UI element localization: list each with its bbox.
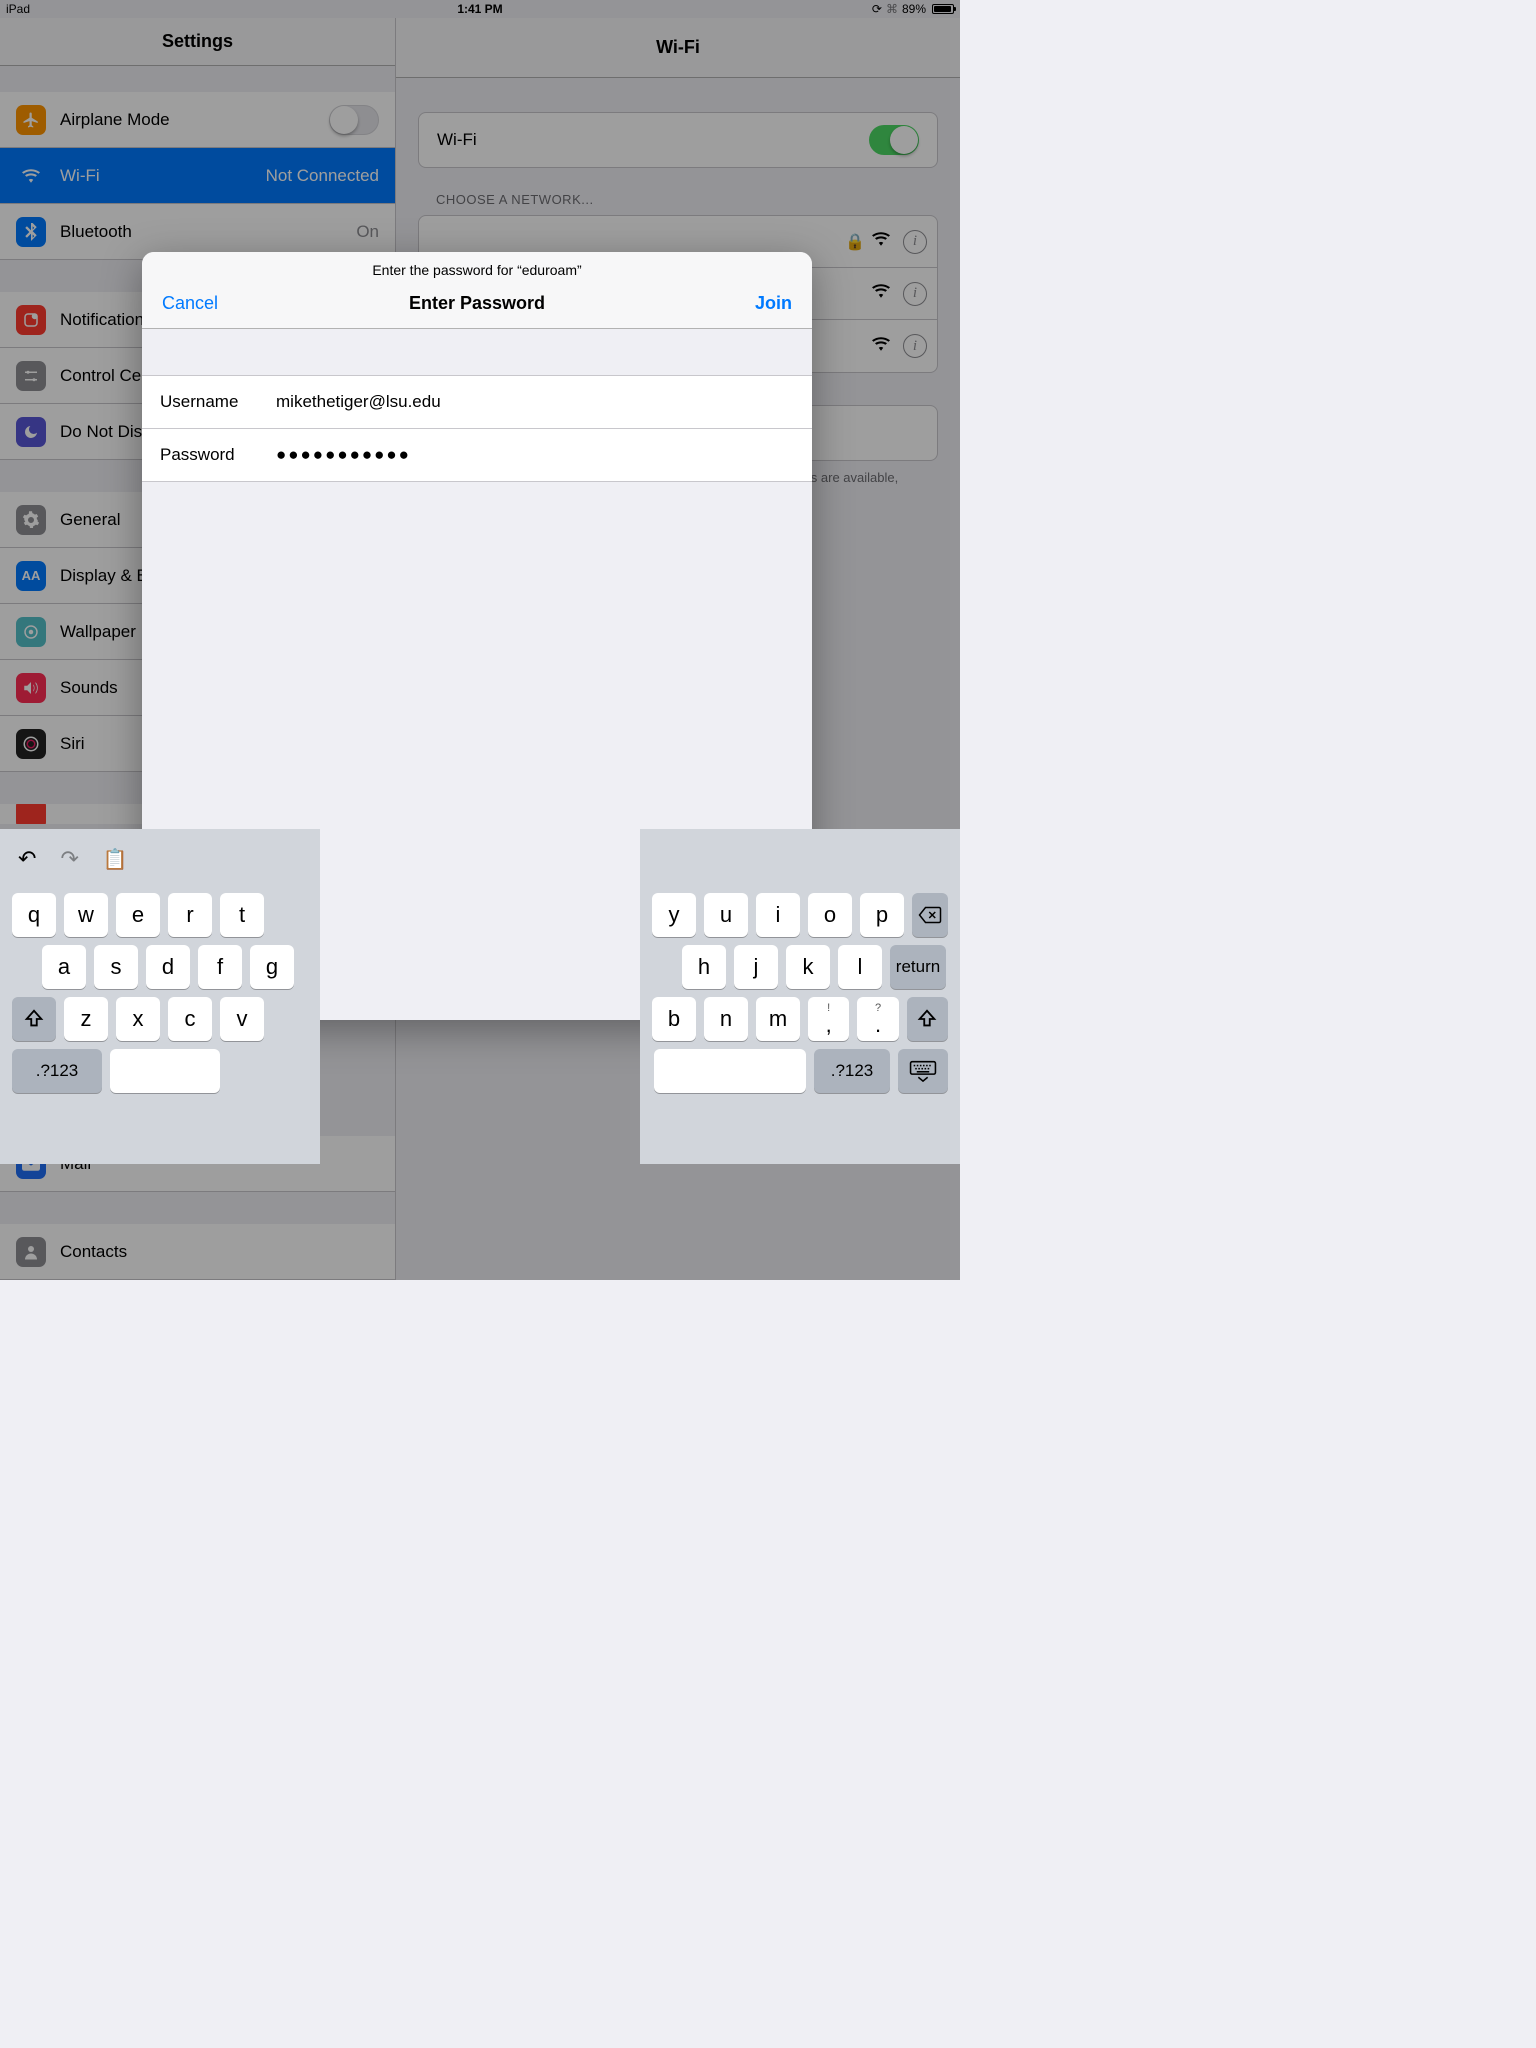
key-p[interactable]: p [860,893,904,937]
split-keyboard-left[interactable]: ↶ ↷ 📋 qwert asdfg zxcv .?123 [0,829,320,1164]
split-keyboard-right[interactable]: yuiop hjkl return bnm !, ?. .?123 [640,829,960,1164]
hide-keyboard-key[interactable] [898,1049,948,1093]
key-r[interactable]: r [168,893,212,937]
clipboard-icon[interactable]: 📋 [103,847,128,872]
key-c[interactable]: c [168,997,212,1041]
numeric-key[interactable]: .?123 [12,1049,102,1093]
password-label: Password [160,445,276,465]
space-key[interactable] [654,1049,806,1093]
key-v[interactable]: v [220,997,264,1041]
key-z[interactable]: z [64,997,108,1041]
key-l[interactable]: l [838,945,882,989]
space-key[interactable] [110,1049,220,1093]
key-g[interactable]: g [250,945,294,989]
join-button[interactable]: Join [755,293,792,314]
shift-key[interactable] [907,997,948,1041]
key-h[interactable]: h [682,945,726,989]
key-k[interactable]: k [786,945,830,989]
username-row[interactable]: Username [142,376,812,429]
key-b[interactable]: b [652,997,696,1041]
modal-subtitle: Enter the password for “eduroam” [142,252,812,278]
key-x[interactable]: x [116,997,160,1041]
period-key[interactable]: ?. [857,997,898,1041]
key-u[interactable]: u [704,893,748,937]
undo-icon[interactable]: ↶ [18,846,36,872]
password-row[interactable]: Password ●●●●●●●●●●● [142,429,812,481]
key-w[interactable]: w [64,893,108,937]
username-field[interactable] [276,392,794,412]
key-t[interactable]: t [220,893,264,937]
key-y[interactable]: y [652,893,696,937]
backspace-key[interactable] [912,893,948,937]
key-s[interactable]: s [94,945,138,989]
key-d[interactable]: d [146,945,190,989]
password-field[interactable]: ●●●●●●●●●●● [276,445,794,465]
key-f[interactable]: f [198,945,242,989]
key-o[interactable]: o [808,893,852,937]
key-e[interactable]: e [116,893,160,937]
key-m[interactable]: m [756,997,800,1041]
username-label: Username [160,392,276,412]
key-q[interactable]: q [12,893,56,937]
comma-key[interactable]: !, [808,997,849,1041]
key-a[interactable]: a [42,945,86,989]
key-j[interactable]: j [734,945,778,989]
modal-title: Enter Password [409,293,545,314]
cancel-button[interactable]: Cancel [162,293,218,314]
key-n[interactable]: n [704,997,748,1041]
key-i[interactable]: i [756,893,800,937]
numeric-key[interactable]: .?123 [814,1049,890,1093]
redo-icon[interactable]: ↷ [60,846,78,872]
return-key[interactable]: return [890,945,946,989]
shift-key[interactable] [12,997,56,1041]
